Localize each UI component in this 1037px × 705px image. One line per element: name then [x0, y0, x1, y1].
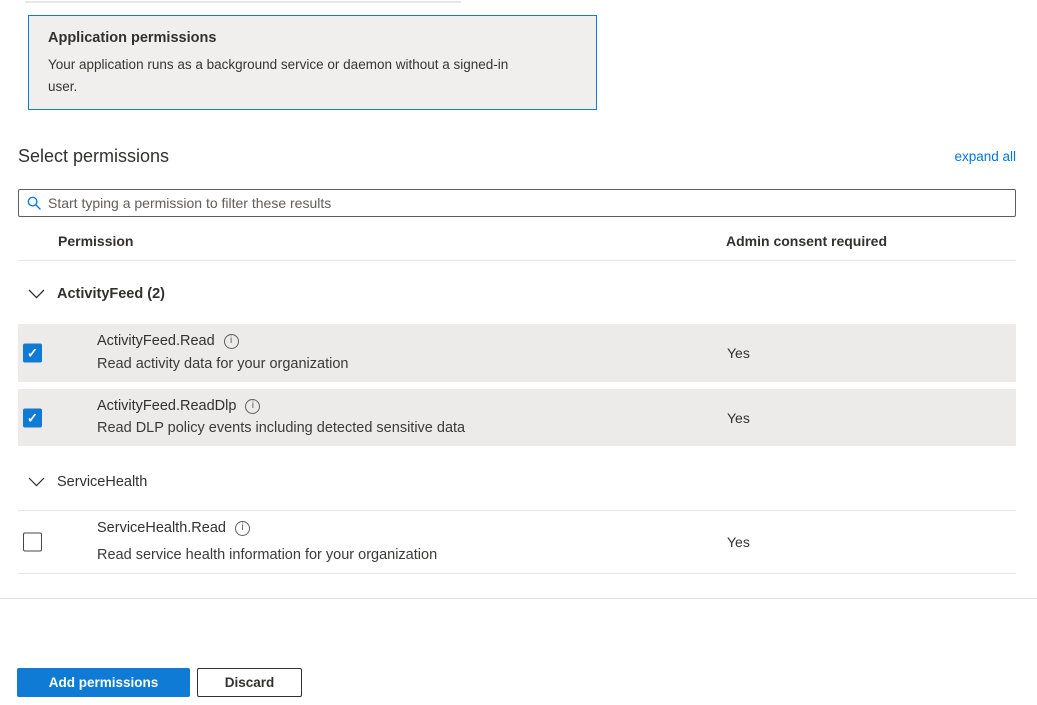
permission-row-activityfeed-readdlp[interactable]: ActivityFeed.ReadDlp i Read DLP policy e…	[18, 389, 1016, 446]
application-permissions-card-title: Application permissions	[48, 30, 577, 46]
permission-search-box[interactable]	[18, 189, 1016, 217]
table-header-divider	[18, 260, 1016, 261]
row-checkbox[interactable]	[23, 533, 42, 552]
permissions-table-header: Permission Admin consent required	[0, 224, 1037, 261]
permission-description: Read activity data for your organization	[97, 356, 348, 372]
add-permissions-button[interactable]: Add permissions	[17, 668, 190, 697]
info-icon[interactable]: i	[224, 334, 239, 349]
group-label-servicehealth: ServiceHealth	[57, 474, 147, 490]
permission-name: ActivityFeed.ReadDlp	[97, 398, 236, 414]
request-api-permissions-panel: Application permissions Your application…	[0, 0, 1037, 705]
row-checkbox[interactable]	[23, 408, 42, 427]
info-icon[interactable]: i	[235, 521, 250, 536]
chevron-down-icon	[28, 477, 45, 487]
application-permissions-card-description: Your application runs as a background se…	[48, 54, 522, 97]
row-divider	[18, 573, 1016, 574]
select-permissions-heading: Select permissions	[18, 146, 169, 167]
admin-consent-value: Yes	[727, 534, 750, 550]
group-header-servicehealth[interactable]: ServiceHealth	[0, 466, 1037, 498]
permission-description: Read DLP policy events including detecte…	[97, 420, 465, 436]
column-header-permission: Permission	[58, 233, 133, 249]
admin-consent-value: Yes	[727, 345, 750, 361]
permission-search-input[interactable]	[48, 195, 1007, 211]
discard-button[interactable]: Discard	[197, 668, 302, 697]
admin-consent-value: Yes	[727, 410, 750, 426]
permission-row-activityfeed-read[interactable]: ActivityFeed.Read i Read activity data f…	[18, 324, 1016, 382]
row-checkbox[interactable]	[23, 344, 42, 363]
chevron-down-icon	[28, 289, 45, 299]
permission-name: ActivityFeed.Read	[97, 333, 215, 349]
permission-description: Read service health information for your…	[97, 547, 437, 563]
application-permissions-card[interactable]: Application permissions Your application…	[28, 15, 597, 110]
group-header-activityfeed[interactable]: ActivityFeed (2)	[0, 278, 1037, 310]
permission-row-servicehealth-read[interactable]: ServiceHealth.Read i Read service health…	[18, 511, 1016, 573]
footer-section-divider	[0, 598, 1037, 599]
select-permissions-header-row: Select permissions expand all	[18, 142, 1016, 170]
info-icon[interactable]: i	[245, 399, 260, 414]
group-label-activityfeed: ActivityFeed (2)	[57, 286, 165, 302]
cut-off-card-edge	[25, 1, 461, 3]
expand-all-link[interactable]: expand all	[954, 149, 1016, 164]
footer-actions: Add permissions Discard	[17, 668, 302, 697]
column-header-admin-consent: Admin consent required	[726, 233, 887, 249]
permission-name: ServiceHealth.Read	[97, 520, 226, 536]
search-icon	[27, 196, 41, 210]
